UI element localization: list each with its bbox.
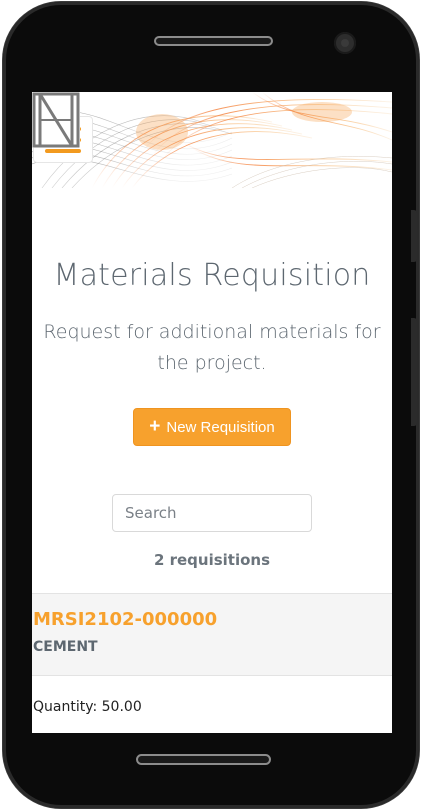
page-description: Request for additional materials for the… (43, 321, 381, 374)
requisition-count: 2 requisitions (153, 551, 271, 569)
front-camera (334, 32, 356, 54)
list-item[interactable]: MRSI2102-000000 CEMENT (32, 593, 392, 676)
new-requisition-label: New Requisition (166, 418, 275, 436)
page-title: Materials Requisition (53, 258, 371, 293)
volume-button (411, 210, 417, 262)
earpiece-speaker (154, 36, 273, 46)
power-button (411, 318, 417, 426)
plus-icon: + (149, 415, 161, 437)
bottom-speaker (136, 754, 271, 765)
company-logo-icon (32, 92, 80, 148)
app-screen: Materials Requisition Request for additi… (32, 92, 392, 733)
new-requisition-button[interactable]: + New Requisition (133, 408, 291, 446)
requisition-code[interactable]: MRSI2102-000000 (33, 609, 217, 630)
hamburger-menu-icon-bar (45, 148, 81, 153)
requisition-material: CEMENT (33, 639, 98, 655)
requisition-quantity: Quantity: 50.00 (33, 699, 142, 715)
header-banner (32, 92, 392, 188)
search-input[interactable] (112, 494, 312, 532)
